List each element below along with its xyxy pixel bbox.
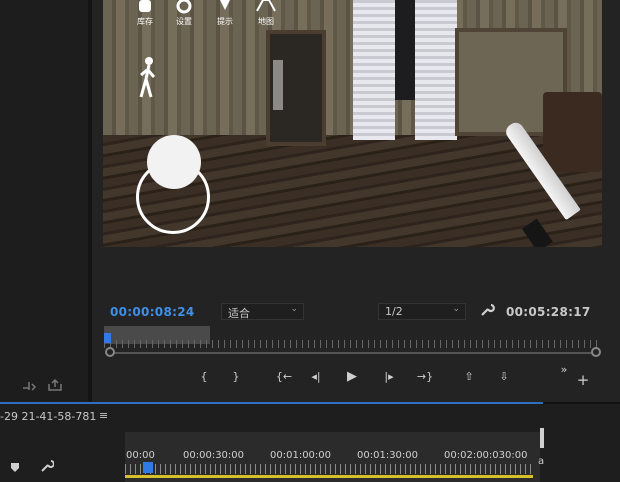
marker-icon[interactable] <box>9 461 21 473</box>
lift-button[interactable]: ⇧ <box>458 369 480 385</box>
mini-timeline-ruler[interactable] <box>104 340 600 348</box>
wrench-icon[interactable] <box>40 459 54 473</box>
work-area-bar[interactable] <box>125 475 533 478</box>
zoom-scrollbar[interactable] <box>110 352 597 354</box>
project-panel <box>0 0 88 402</box>
video-frame: 库存 设置 提示 地图 <box>103 0 602 247</box>
chevron-down-icon: ⌄ <box>452 304 460 314</box>
current-timecode[interactable]: 00:00:08:24 <box>110 305 195 319</box>
go-to-out-button[interactable]: →} <box>414 369 436 385</box>
hud-inventory-label: 库存 <box>137 17 153 26</box>
export-frame-icon[interactable] <box>47 378 63 392</box>
zoom-handle-right[interactable] <box>591 347 601 357</box>
chevron-down-icon: ⌄ <box>290 304 298 314</box>
timeline-scroll-handle[interactable] <box>540 428 544 448</box>
go-to-in-button[interactable]: {← <box>273 369 295 385</box>
resolution-select-value: 1/2 <box>385 305 403 318</box>
game-chair <box>543 92 602 172</box>
time-ruler-label: 00:00:30:00 <box>183 450 245 461</box>
timeline-ruler-ticks[interactable] <box>125 464 535 474</box>
time-ruler-label: 00:01:00:00 <box>270 450 332 461</box>
zoom-select-value: 适合 <box>228 307 250 320</box>
game-curtain-right <box>415 0 457 140</box>
add-button[interactable]: + <box>574 372 592 388</box>
resolution-select[interactable]: 1/2 ⌄ <box>378 303 466 320</box>
more-controls-button[interactable]: » <box>555 362 573 378</box>
sequence-tab-title[interactable]: -29 21-41-58-781 <box>0 410 96 423</box>
sequence-menu-icon[interactable]: ≡ <box>99 409 108 422</box>
hud-map-label: 地图 <box>258 17 274 26</box>
time-ruler-label: 00:00 <box>126 450 155 461</box>
play-button[interactable]: ▶ <box>343 369 361 385</box>
time-ruler-label: 00:01:30:00 <box>357 450 419 461</box>
edge-label: a <box>538 456 545 467</box>
game-curtain-left <box>353 0 395 140</box>
joystick-knob[interactable] <box>147 135 201 189</box>
step-back-button[interactable]: ◂| <box>307 369 325 385</box>
wrench-icon[interactable] <box>479 302 495 318</box>
sequence-tab-underline <box>0 402 543 404</box>
mark-out-button[interactable]: } <box>227 369 245 385</box>
timeline-playhead[interactable] <box>143 462 153 473</box>
duration-timecode: 00:05:28:17 <box>506 305 591 319</box>
step-forward-button[interactable]: |▸ <box>380 369 398 385</box>
zoom-select[interactable]: 适合 ⌄ <box>221 303 304 320</box>
hud-hint-label: 提示 <box>217 17 233 26</box>
time-ruler-label: 00:02:00:030:00 <box>444 450 528 461</box>
mark-in-button[interactable]: { <box>195 369 213 385</box>
zoom-handle-left[interactable] <box>105 347 115 357</box>
crouch-icon[interactable] <box>137 55 157 99</box>
extract-button[interactable]: ⇩ <box>493 369 515 385</box>
playhead[interactable] <box>104 333 111 343</box>
insert-icon[interactable] <box>21 378 37 392</box>
hud-settings-label: 设置 <box>176 17 192 26</box>
